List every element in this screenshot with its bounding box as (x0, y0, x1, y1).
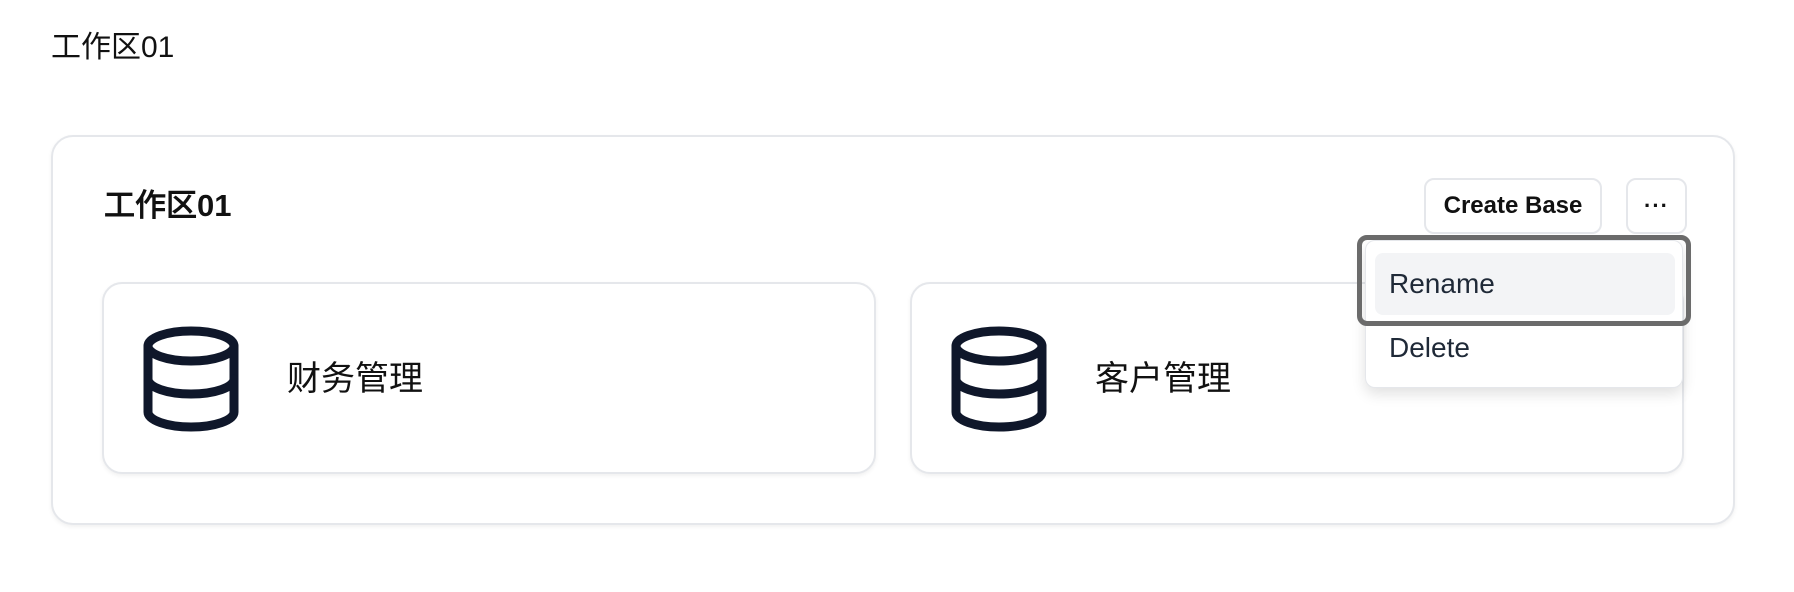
menu-item-rename[interactable]: Rename (1375, 253, 1675, 315)
base-name: 客户管理 (1095, 360, 1231, 398)
base-name: 财务管理 (287, 360, 423, 398)
menu-item-delete[interactable]: Delete (1375, 317, 1675, 379)
create-base-button[interactable]: Create Base (1424, 178, 1602, 234)
more-options-button[interactable]: ··· (1626, 178, 1687, 234)
base-card-finance[interactable]: 财务管理 (102, 282, 876, 474)
database-icon (951, 326, 1047, 432)
ellipsis-icon: ··· (1644, 193, 1669, 218)
database-icon (143, 326, 239, 432)
workspace-title: 工作区01 (104, 188, 232, 223)
page-title: 工作区01 (51, 31, 175, 64)
more-options-menu: Rename Delete (1365, 240, 1683, 388)
